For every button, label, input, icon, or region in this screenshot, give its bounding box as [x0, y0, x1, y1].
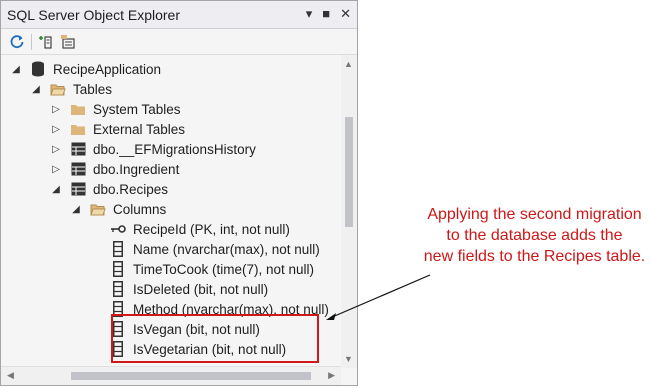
annotation-line: Applying the second migration [427, 206, 642, 223]
annotation-line: to the database adds the [446, 227, 623, 244]
annotation-arrow [326, 274, 431, 320]
annotation-line: new fields to the Recipes table. [423, 248, 646, 265]
annotation-text: Applying the second migration to the dat… [418, 204, 651, 267]
